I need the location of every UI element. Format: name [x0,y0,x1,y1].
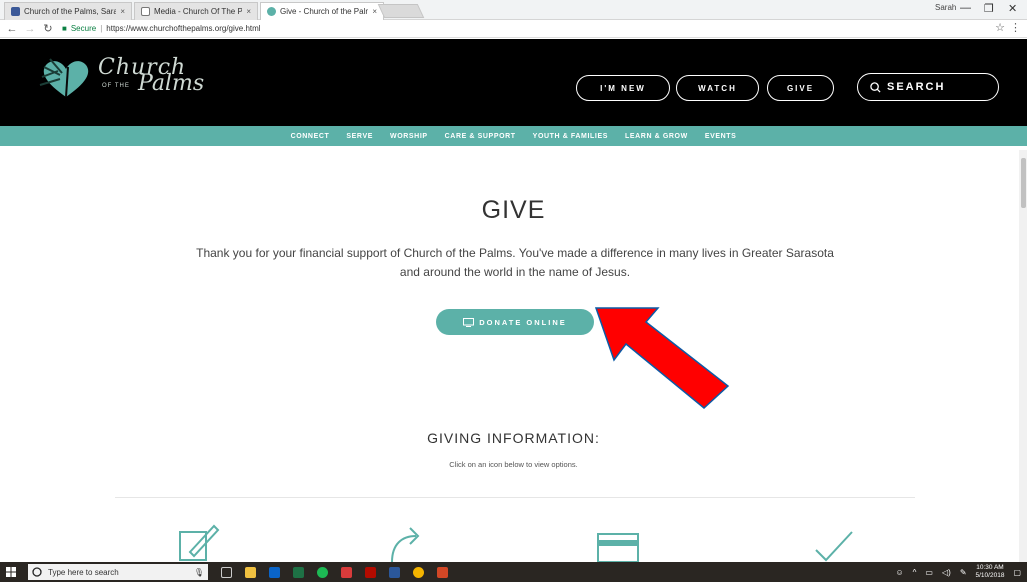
outlook-icon[interactable] [269,566,280,578]
nav-worship[interactable]: WORSHIP [390,133,428,140]
facebook-icon [11,7,20,16]
taskbar-search-placeholder: Type here to search [48,567,119,577]
forward-arrow-icon[interactable]: → [24,23,36,35]
taskbar-search-box[interactable]: Type here to search 🎙 [28,564,208,580]
recurring-arrow-icon[interactable] [384,522,428,562]
excel-icon[interactable] [293,566,304,578]
giving-information-heading: GIVING INFORMATION: [427,430,600,446]
microphone-icon[interactable]: 🎙 [194,568,204,577]
logo-text-palms: Palms [138,71,205,96]
network-icon[interactable]: ▭ [925,568,933,577]
lock-icon: ■ [62,24,67,33]
nav-youth-families[interactable]: YOUTH & FAMILIES [533,133,608,140]
url-text[interactable]: https://www.churchofthepalms.org/give.ht… [106,24,260,33]
tab-label: Media - Church Of The P [154,7,243,16]
search-icon [870,81,881,93]
close-icon[interactable]: × [246,7,251,16]
donate-online-button[interactable]: DONATE ONLINE [436,309,594,335]
pen-edit-icon[interactable] [176,522,220,562]
windows-taskbar: Type here to search 🎙 ☺ ^ ▭ ◁) ✎ 10:30 A… [0,562,1027,582]
minimize-button[interactable]: — [960,2,971,14]
tab-label: Give - Church of the Palm [280,7,369,16]
give-button[interactable]: GIVE [767,75,834,101]
chevron-up-icon[interactable]: ^ [913,568,917,577]
divider: | [100,24,103,33]
close-window-button[interactable]: ✕ [1008,2,1017,15]
profile-name[interactable]: Sarah [935,3,956,12]
powerpoint-icon[interactable] [437,566,448,578]
page-icon [141,7,150,16]
windows-logo-icon [6,567,16,577]
back-arrow-icon[interactable]: ← [6,23,18,35]
palm-leaf-icon [267,7,276,16]
chrome-icon[interactable] [413,566,424,578]
divider [115,497,915,498]
page-scrollbar[interactable] [1019,150,1027,562]
nav-connect[interactable]: CONNECT [291,133,330,140]
start-button[interactable] [0,562,22,582]
logo-text-of-the: OF THE [102,83,130,89]
intro-text: Thank you for your financial support of … [110,244,920,282]
new-tab-button[interactable] [377,4,425,18]
checkmark-icon[interactable] [812,522,856,562]
credit-card-icon[interactable] [596,522,640,562]
menu-kebab-icon[interactable]: ⋮ [1010,21,1021,34]
tab-media[interactable]: Media - Church Of The P × [134,2,258,20]
cortana-circle-icon [32,567,42,577]
maximize-button[interactable]: ❐ [984,2,994,15]
omnibox[interactable]: ■ Secure | https://www.churchofthepalms.… [62,24,261,33]
nav-events[interactable]: EVENTS [705,133,737,140]
photo-app-icon[interactable] [341,566,352,578]
volume-icon[interactable]: ◁) [942,568,951,577]
tab-label: Church of the Palms, Sara [24,7,117,16]
file-explorer-icon[interactable] [245,566,256,578]
address-bar: ← → ↻ ■ Secure | https://www.churchofthe… [0,20,1027,38]
search-button[interactable]: SEARCH [857,73,999,101]
clock[interactable]: 10:30 AM 5/10/2018 [976,564,1005,580]
people-icon[interactable]: ☺ [895,568,903,577]
church-logo[interactable]: Church OF THE Palms [38,51,228,101]
nav-care-support[interactable]: CARE & SUPPORT [445,133,516,140]
word-icon[interactable] [389,566,400,578]
palm-heart-logo-icon [39,58,89,98]
page-title: GIVE [481,196,546,224]
close-icon[interactable]: × [120,7,125,16]
watch-button[interactable]: WATCH [676,75,759,101]
task-view-icon[interactable] [221,566,232,578]
spotify-icon[interactable] [317,566,328,578]
im-new-button[interactable]: I'M NEW [576,75,670,101]
intro-line-1: Thank you for your financial support of … [196,246,834,260]
system-tray: ☺ ^ ▭ ◁) ✎ 10:30 AM 5/10/2018 ▢ [895,564,1021,580]
close-icon[interactable]: × [372,7,377,16]
browser-tab-strip: Church of the Palms, Sara × Media - Chur… [0,0,1027,20]
pen-icon[interactable]: ✎ [960,568,967,577]
secure-label: Secure [70,24,97,33]
bookmark-star-icon[interactable]: ☆ [995,21,1005,34]
intro-line-2: and around the world in the name of Jesu… [399,265,631,279]
nav-learn-grow[interactable]: LEARN & GROW [625,133,688,140]
site-header: Church OF THE Palms I'M NEW WATCH GIVE S… [0,39,1027,126]
red-arrow-annotation [594,307,730,409]
scrollbar-thumb[interactable] [1021,158,1026,208]
clock-date: 5/10/2018 [975,572,1005,579]
acrobat-icon[interactable] [365,566,376,578]
giving-information-subtitle: Click on an icon below to view options. [449,460,578,469]
nav-serve[interactable]: SERVE [346,133,373,140]
reload-icon[interactable]: ↻ [42,22,54,35]
notification-icon[interactable]: ▢ [1013,568,1021,577]
monitor-icon [463,317,475,327]
donate-label: DONATE ONLINE [479,317,567,327]
tab-give[interactable]: Give - Church of the Palm × [260,2,384,20]
search-label: SEARCH [887,81,946,93]
main-nav: CONNECT SERVE WORSHIP CARE & SUPPORT YOU… [0,126,1027,146]
clock-time: 10:30 AM [976,564,1004,571]
tab-facebook[interactable]: Church of the Palms, Sara × [4,2,132,20]
